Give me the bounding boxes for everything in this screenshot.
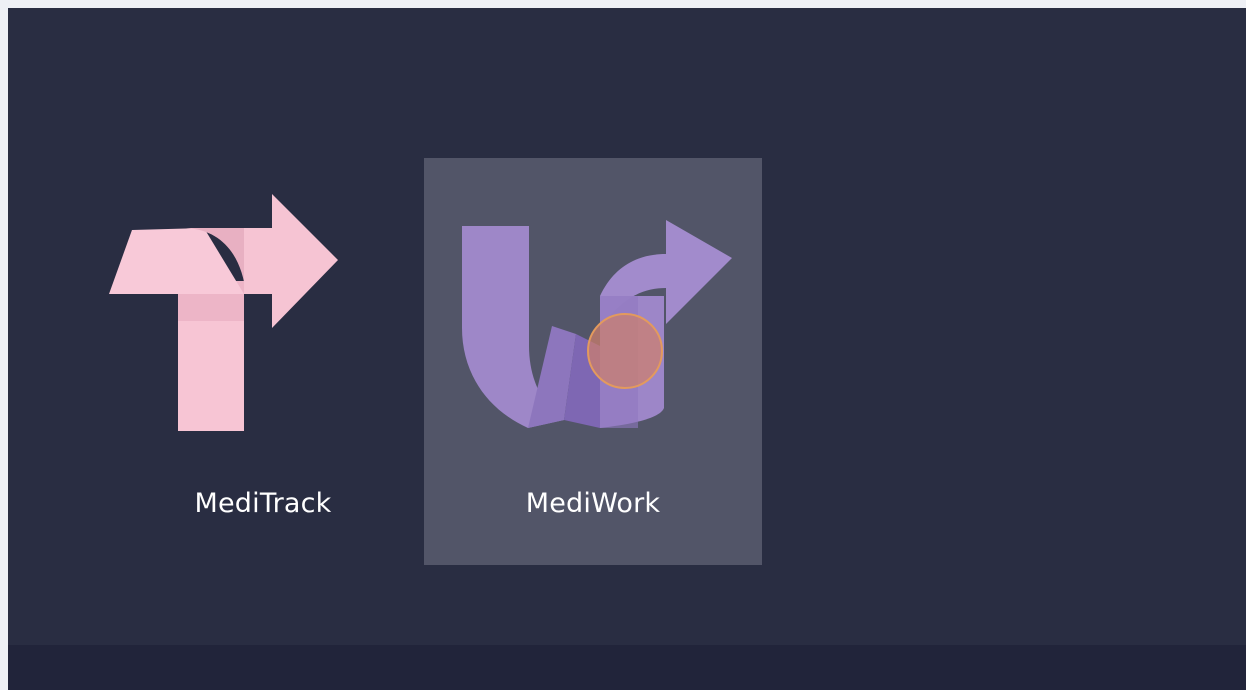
- app-tile-mediwork[interactable]: MediWork: [424, 158, 762, 565]
- meditrack-t-arrow-logo-icon: [109, 194, 338, 431]
- bottom-bar: [8, 645, 1246, 690]
- cursor-highlight: [587, 313, 663, 389]
- app-launcher-screen: MediTrack MediWork: [8, 8, 1246, 690]
- app-tile-meditrack[interactable]: MediTrack: [94, 158, 432, 565]
- app-label: MediTrack: [194, 488, 332, 519]
- mediwork-w-arrow-logo-icon: [462, 220, 732, 428]
- app-label: MediWork: [525, 488, 661, 519]
